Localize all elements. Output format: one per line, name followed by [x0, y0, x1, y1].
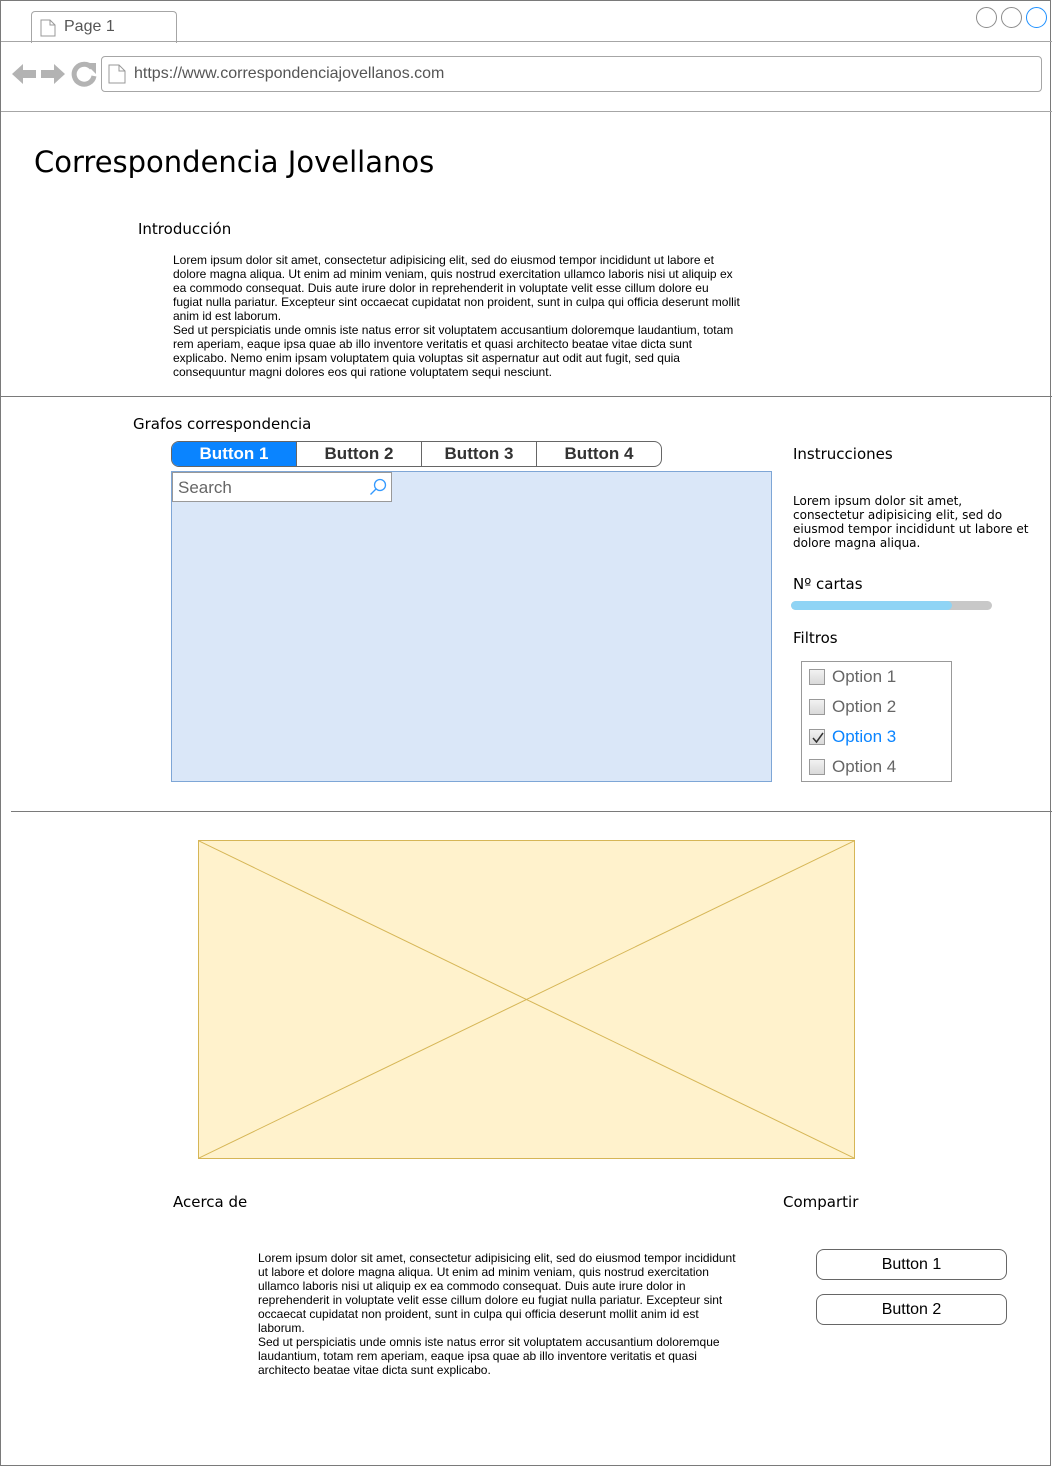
checkbox[interactable]	[809, 669, 825, 685]
tab-button-3[interactable]: Button 3	[422, 442, 537, 466]
filter-option-label: Option 4	[832, 757, 897, 776]
instructions-heading: Instrucciones	[793, 445, 893, 463]
filter-option-3[interactable]: Option 3	[809, 726, 896, 748]
share-button-2[interactable]: Button 2	[816, 1294, 1007, 1325]
image-placeholder	[198, 840, 855, 1159]
url-bar[interactable]: https://www.correspondenciajovellanos.co…	[101, 56, 1042, 92]
count-slider-fill	[791, 601, 952, 610]
section-divider	[11, 811, 1052, 812]
filters-list: Option 1 Option 2 Option 3 Option 4	[801, 661, 952, 782]
maximize-icon[interactable]	[1001, 7, 1022, 28]
section-divider	[1, 396, 1052, 397]
about-text: Lorem ipsum dolor sit amet, consectetur …	[258, 1251, 736, 1377]
minimize-icon[interactable]	[976, 7, 997, 28]
url-text[interactable]: https://www.correspondenciajovellanos.co…	[134, 65, 444, 83]
tab-strip-divider	[1, 41, 1052, 42]
checkmark-icon	[812, 732, 824, 744]
graph-canvas[interactable]: Search	[171, 471, 772, 782]
tab-button-2[interactable]: Button 2	[297, 442, 422, 466]
page-icon	[108, 64, 126, 84]
reload-icon[interactable]	[71, 61, 97, 87]
search-icon[interactable]	[369, 478, 387, 496]
checkbox[interactable]	[809, 759, 825, 775]
share-heading: Compartir	[783, 1193, 859, 1211]
graphs-heading: Grafos correspondencia	[133, 415, 312, 433]
count-label: Nº cartas	[793, 575, 863, 593]
count-slider[interactable]	[791, 601, 992, 610]
about-heading: Acerca de	[173, 1193, 248, 1211]
browser-tab[interactable]: Page 1	[31, 11, 177, 43]
tab-label: Page 1	[64, 18, 115, 35]
filter-option-2[interactable]: Option 2	[809, 696, 896, 718]
graph-tabs: Button 1 Button 2 Button 3 Button 4	[171, 441, 662, 467]
search-placeholder: Search	[178, 478, 232, 497]
share-button-1[interactable]: Button 1	[816, 1249, 1007, 1280]
image-placeholder-icon	[199, 841, 854, 1158]
close-icon[interactable]	[1026, 7, 1047, 28]
filter-option-label: Option 3	[832, 727, 897, 746]
filter-option-4[interactable]: Option 4	[809, 756, 896, 778]
back-arrow-icon[interactable]	[11, 61, 37, 87]
document-icon	[40, 19, 56, 37]
checkbox[interactable]	[809, 699, 825, 715]
chrome-divider	[1, 111, 1052, 112]
tab-button-4[interactable]: Button 4	[537, 442, 661, 466]
checkbox-checked[interactable]	[809, 729, 825, 745]
filters-heading: Filtros	[793, 629, 838, 647]
intro-text: Lorem ipsum dolor sit amet, consectetur …	[173, 253, 740, 379]
search-input[interactable]: Search	[172, 472, 392, 502]
instructions-text: Lorem ipsum dolor sit amet, consectetur …	[793, 494, 1029, 550]
browser-window: Page 1 https://www.correspondenciajovell…	[0, 0, 1052, 1466]
filter-option-label: Option 2	[832, 697, 897, 716]
page-title: Correspondencia Jovellanos	[34, 145, 435, 179]
intro-heading: Introducción	[138, 220, 232, 238]
forward-arrow-icon[interactable]	[40, 61, 66, 87]
filter-option-1[interactable]: Option 1	[809, 666, 896, 688]
tab-button-1[interactable]: Button 1	[172, 442, 297, 466]
filter-option-label: Option 1	[832, 667, 897, 686]
